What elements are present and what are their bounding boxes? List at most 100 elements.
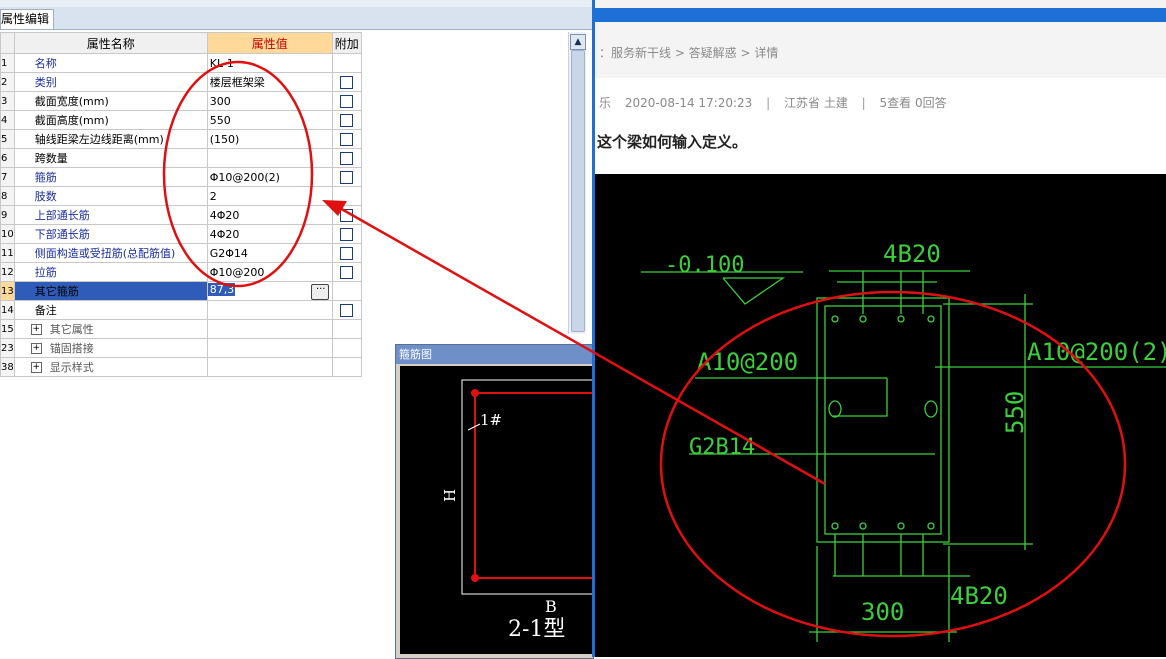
property-row[interactable]: 23 + 锚固搭接 (0, 338, 362, 358)
property-name-cell[interactable]: 截面宽度(mm) (13, 91, 208, 111)
property-name-wrap: 名称 (15, 55, 206, 71)
property-name-cell[interactable]: 类别 (13, 72, 208, 92)
stirrup-diagram-dialog: 箍筋图 1# H B 2-1型 (395, 344, 603, 659)
property-value-cell[interactable]: 4Φ20 (206, 205, 333, 225)
property-value (208, 323, 210, 336)
property-value-cell[interactable]: Φ10@200 (206, 262, 333, 282)
scroll-up-icon[interactable]: ▲ (570, 34, 586, 50)
property-value: 2 (209, 189, 217, 203)
property-row[interactable]: 10 下部通长筋 4Φ20 (0, 224, 362, 244)
extra-checkbox[interactable] (340, 94, 354, 108)
property-value-cell[interactable]: KL-1 (206, 53, 333, 73)
expand-icon[interactable]: + (30, 342, 42, 354)
property-row[interactable]: 9 上部通长筋 4Φ20 (0, 205, 362, 225)
property-value-cell[interactable]: (150) (206, 129, 333, 149)
property-name: 截面宽度(mm) (34, 95, 109, 108)
expand-icon[interactable]: + (30, 323, 42, 335)
column-header-name[interactable]: 属性名称 (13, 32, 208, 54)
property-name-cell[interactable]: 拉筋 (13, 262, 208, 282)
property-row[interactable]: 15 + 其它属性 (0, 319, 362, 339)
property-name-cell[interactable]: 下部通长筋 (13, 224, 208, 244)
extra-cell (331, 224, 362, 244)
property-value: G2Φ14 (209, 246, 248, 260)
property-name-cell[interactable]: 上部通长筋 (13, 205, 208, 225)
property-value: Φ10@200(2) (209, 170, 280, 184)
property-value-cell[interactable]: 2 (206, 186, 333, 206)
property-name-cell[interactable]: + 锚固搭接 (13, 338, 208, 358)
property-row[interactable]: 1 名称 KL-1 (0, 53, 362, 73)
property-row[interactable]: 12 拉筋 Φ10@200 (0, 262, 362, 282)
extra-checkbox[interactable] (340, 151, 354, 165)
expand-icon[interactable]: + (30, 361, 42, 373)
extra-checkbox[interactable] (340, 246, 354, 260)
property-row[interactable]: 14 备注 (0, 300, 362, 320)
cad-drawing-image[interactable]: -0.100 4B20 A10@200 A10@200(2) G2B14 550… (595, 174, 1166, 657)
property-name-cell[interactable]: 跨数量 (13, 148, 208, 168)
dialog-titlebar[interactable]: 箍筋图 (396, 345, 593, 364)
extra-checkbox[interactable] (340, 113, 354, 127)
post-author[interactable]: 乐 (599, 96, 611, 110)
vertical-scrollbar[interactable]: ▲ (568, 32, 586, 334)
extra-checkbox[interactable] (340, 170, 354, 184)
property-row[interactable]: 2 类别 楼层框架梁 (0, 72, 362, 92)
property-name-cell[interactable]: 其它箍筋 (13, 281, 208, 301)
extra-checkbox[interactable] (340, 75, 354, 89)
property-value-cell[interactable] (206, 148, 333, 168)
extra-checkbox[interactable] (340, 208, 354, 222)
property-value-cell[interactable] (206, 338, 333, 358)
property-name: 肢数 (34, 190, 57, 203)
extra-cell (331, 357, 362, 377)
property-value-cell[interactable]: Φ10@200(2) (206, 167, 333, 187)
property-name-cell[interactable]: 轴线距梁左边线距离(mm) (13, 129, 208, 149)
property-value-cell[interactable] (206, 300, 333, 320)
extra-checkbox[interactable] (340, 227, 354, 241)
property-row[interactable]: 38 + 显示样式 (0, 357, 362, 377)
property-value-cell[interactable]: 300 (206, 91, 333, 111)
property-value-cell[interactable] (206, 319, 333, 339)
property-value (208, 342, 210, 355)
extra-checkbox[interactable] (340, 132, 354, 146)
extra-checkbox[interactable] (340, 265, 354, 279)
property-name-cell[interactable]: 箍筋 (13, 167, 208, 187)
property-value-cell[interactable]: 4Φ20 (206, 224, 333, 244)
property-value-cell[interactable]: 550 (206, 110, 333, 130)
property-row[interactable]: 5 轴线距梁左边线距离(mm) (150) (0, 129, 362, 149)
property-name-cell[interactable]: 名称 (13, 53, 208, 73)
property-value-cell[interactable]: 楼层框架梁 (206, 72, 333, 92)
extra-cell (331, 205, 362, 225)
stirrup-diagram: 1# H B 2-1型 (441, 379, 603, 642)
row-number: 38 (0, 357, 15, 377)
column-header-value[interactable]: 属性值 (206, 32, 333, 54)
property-row[interactable]: 4 截面高度(mm) 550 (0, 110, 362, 130)
property-name-wrap: 下部通长筋 (15, 226, 206, 242)
property-value-cell[interactable] (206, 357, 333, 377)
property-value-input[interactable]: 87,3 (208, 282, 236, 296)
row-number-header (0, 32, 15, 54)
property-value-cell[interactable]: ··· 87,3 (206, 281, 333, 301)
property-name-cell[interactable]: 侧面构造或受扭筋(总配筋值) (13, 243, 208, 263)
width-label: B (545, 597, 557, 616)
property-value (208, 361, 210, 374)
property-name-cell[interactable]: 肢数 (13, 186, 208, 206)
ellipsis-button[interactable]: ··· (310, 283, 329, 300)
scroll-thumb[interactable] (571, 50, 585, 332)
property-name-cell[interactable]: + 显示样式 (13, 357, 208, 377)
breadcrumb[interactable]: ：服务新干线 > 答疑解惑 > 详情 (599, 44, 778, 61)
tab-property-edit[interactable]: 属性编辑 (0, 9, 55, 29)
property-value-cell[interactable]: G2Φ14 (206, 243, 333, 263)
meta-separator: | (766, 96, 771, 110)
property-name-cell[interactable]: + 其它属性 (13, 319, 208, 339)
row-number: 12 (0, 262, 15, 282)
property-name-cell[interactable]: 截面高度(mm) (13, 110, 208, 130)
property-row[interactable]: 8 肢数 2 (0, 186, 362, 206)
property-name-cell[interactable]: 备注 (13, 300, 208, 320)
property-row[interactable]: 6 跨数量 (0, 148, 362, 168)
extra-checkbox[interactable] (340, 303, 354, 317)
property-row[interactable]: 3 截面宽度(mm) 300 (0, 91, 362, 111)
column-header-extra[interactable]: 附加 (331, 32, 362, 54)
property-value: 300 (209, 94, 231, 108)
property-row[interactable]: 7 箍筋 Φ10@200(2) (0, 167, 362, 187)
property-row[interactable]: 11 侧面构造或受扭筋(总配筋值) G2Φ14 (0, 243, 362, 263)
property-name: 其它属性 (49, 323, 94, 336)
property-row[interactable]: 13 其它箍筋 ··· 87,3 (0, 281, 362, 301)
